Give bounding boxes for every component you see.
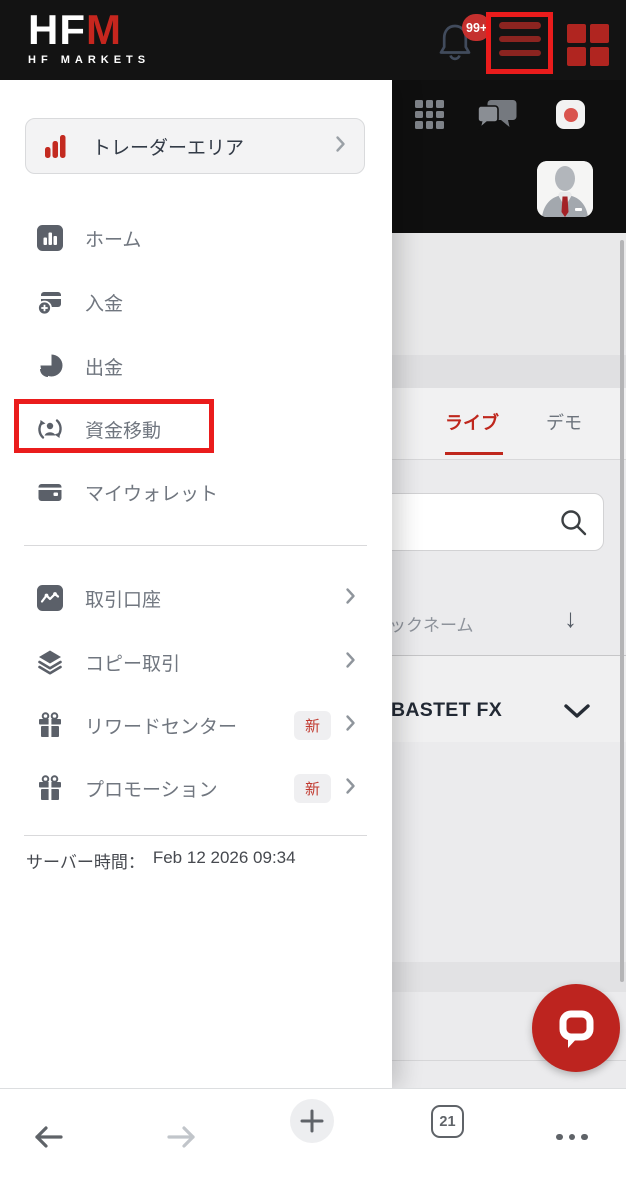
new-badge: 新 [293,773,331,803]
withdraw-pie-icon [37,353,63,379]
new-badge: 新 [293,710,331,740]
app-screen: ライブ デモ ックネーム ↓ BASTET FX HFM HF MARKETS [0,0,626,1200]
logo-subtitle: HF MARKETS [28,54,151,66]
menu-divider [24,545,367,546]
navigation-drawer: トレーダーエリア ホーム 入金 出金 資金移動 マイウォレット 取引口座 コピー… [0,80,392,1088]
record-icon[interactable] [556,100,585,129]
chevron-down-icon[interactable] [563,703,591,726]
menu-item-wallet[interactable]: マイウォレット [0,460,392,524]
hfm-logo[interactable]: HFM HF MARKETS [28,6,151,67]
chat-bubble-icon [559,1010,594,1048]
accounts-chart-icon [37,585,63,611]
menu-item-label: リワードセンター [85,716,238,738]
tab-live[interactable]: ライブ [445,409,499,435]
forward-arrow-icon [167,1126,195,1148]
menu-item-label: ホーム [85,229,142,251]
server-time-label: サーバー時間： [26,853,145,872]
menu-item-label: 取引口座 [85,589,162,611]
transfer-person-icon [37,416,63,442]
trader-area-button[interactable]: トレーダーエリア [25,118,365,174]
menu-item-label: 出金 [85,357,124,379]
scrollbar-thumb[interactable] [620,240,624,982]
server-time-value: Feb 12 2026 09:34 [152,848,296,867]
browser-navigation-bar: 21 [0,1088,626,1200]
menu-item-transfer[interactable]: 資金移動 [0,397,392,461]
messages-icon[interactable] [477,99,519,136]
account-name[interactable]: BASTET FX [391,699,502,722]
chevron-right-icon [345,587,356,610]
layers-icon [37,649,63,675]
menu-item-label: マイウォレット [85,483,219,505]
tab-counter-button[interactable]: 21 [431,1105,464,1138]
forward-button[interactable] [158,1105,206,1169]
gift-icon [37,775,63,801]
sort-descending-icon[interactable]: ↓ [564,603,577,634]
menu-item-withdraw[interactable]: 出金 [0,334,392,398]
tab-count: 21 [439,1113,456,1130]
menu-item-trading-accounts[interactable]: 取引口座 [0,566,392,630]
more-options-button[interactable] [548,1105,596,1169]
plus-icon [300,1109,324,1133]
menu-item-reward-center[interactable]: リワードセンター 新 [0,693,392,757]
chevron-right-icon [345,777,356,800]
app-header: HFM HF MARKETS 99+ [0,0,626,80]
gift-icon [37,712,63,738]
avatar[interactable] [537,161,593,217]
notifications-button[interactable]: 99+ [438,14,492,68]
live-chat-button[interactable] [532,984,620,1072]
deposit-card-icon [37,289,63,316]
search-icon [561,510,587,536]
chevron-right-icon [345,651,356,674]
menu-item-promotions[interactable]: プロモーション 新 [0,756,392,820]
trader-area-label: トレーダーエリア [92,137,245,159]
column-header-nickname: ックネーム [389,616,474,635]
bar-chart-icon [37,225,63,251]
menu-divider [24,835,367,836]
tab-demo[interactable]: デモ [546,409,582,435]
logo-text: HFM [28,6,122,53]
apps-launcher-icon[interactable] [567,24,609,66]
menu-item-label: コピー取引 [85,653,181,675]
back-button[interactable] [24,1105,72,1169]
menu-item-label: 資金移動 [85,420,162,442]
menu-item-label: プロモーション [85,779,218,801]
menu-item-label: 入金 [85,293,124,315]
notification-badge: 99+ [462,14,492,41]
new-tab-button[interactable] [290,1099,334,1143]
menu-item-copy-trading[interactable]: コピー取引 [0,630,392,694]
menu-hamburger-button[interactable] [499,22,541,56]
search-box[interactable] [366,493,604,551]
trader-bars-icon [45,134,66,158]
chevron-right-icon [335,135,346,158]
tab-active-underline [445,452,503,455]
back-arrow-icon [35,1126,63,1148]
menu-item-home[interactable]: ホーム [0,206,392,270]
chevron-right-icon [345,714,356,737]
menu-item-deposit[interactable]: 入金 [0,270,392,334]
wallet-icon [37,479,63,505]
server-time: サーバー時間： Feb 12 2026 09:34 [26,848,296,873]
apps-grid-icon[interactable] [415,100,445,130]
